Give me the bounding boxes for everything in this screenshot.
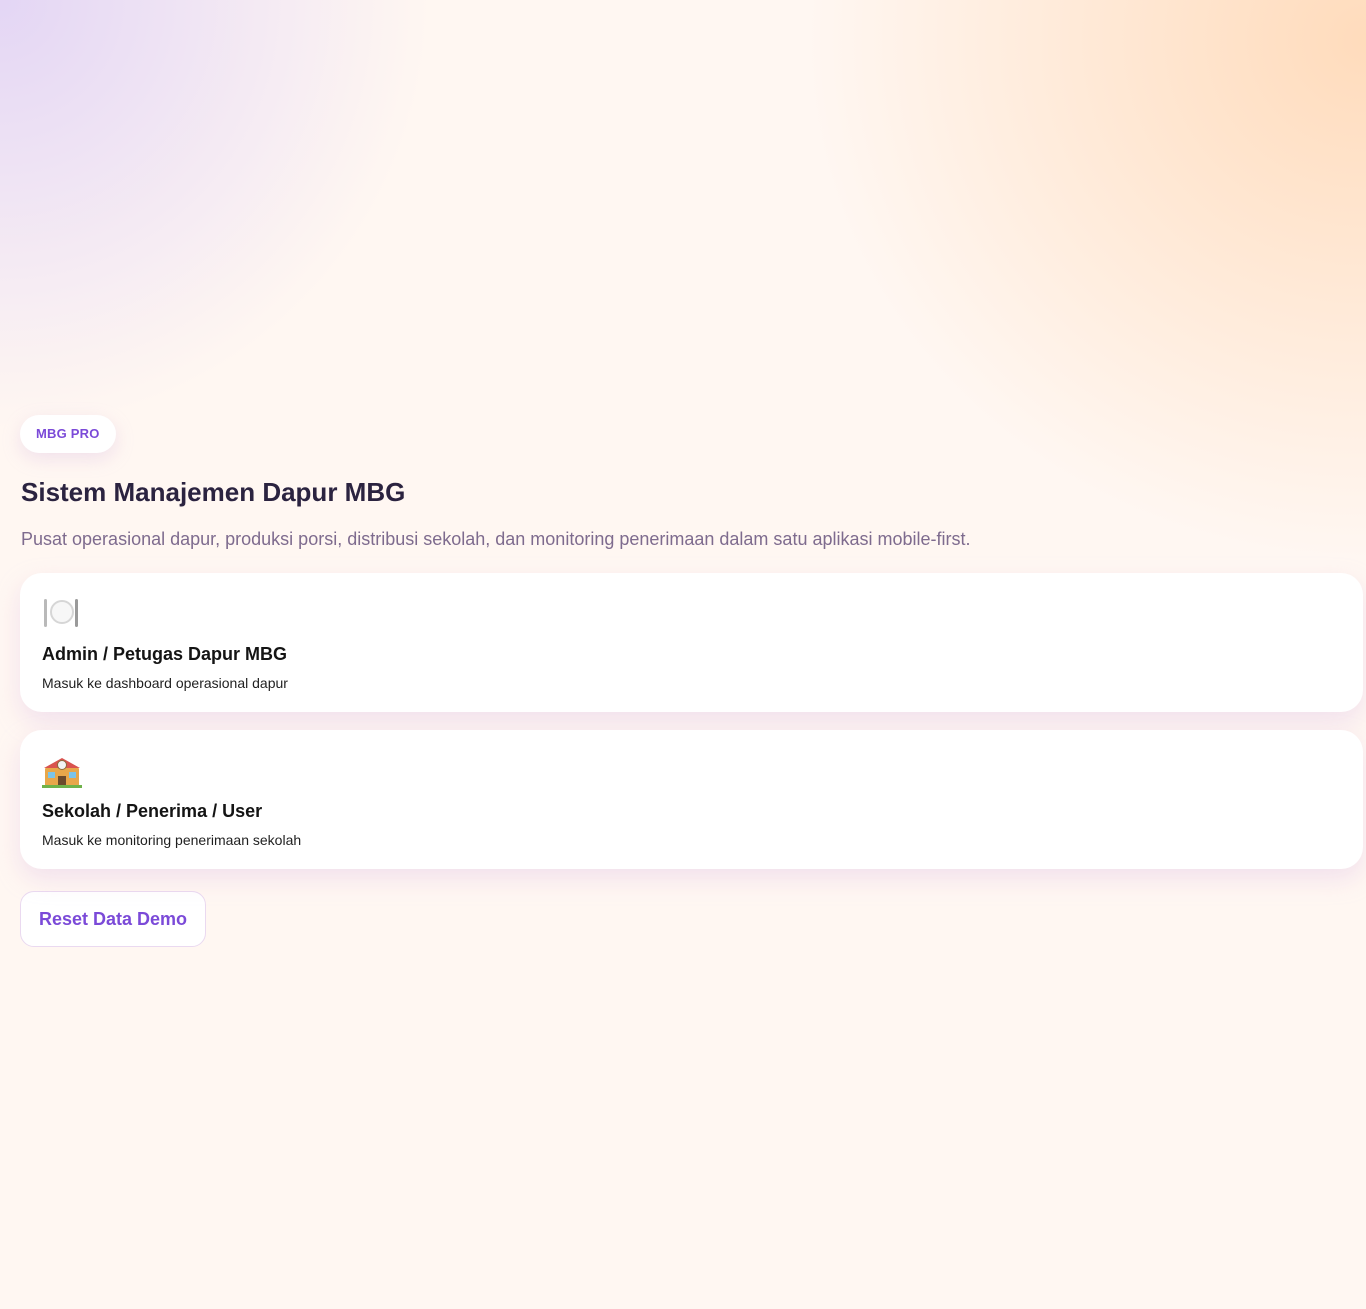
page-subtitle: Pusat operasional dapur, produksi porsi,… — [21, 529, 971, 549]
role-card-admin[interactable]: Admin / Petugas Dapur MBG Masuk ke dashb… — [20, 573, 1363, 712]
page-title: Sistem Manajemen Dapur MBG — [21, 477, 406, 507]
role-card-description: Masuk ke monitoring penerimaan sekolah — [42, 832, 302, 848]
role-card-school[interactable]: Sekolah / Penerima / User Masuk ke monit… — [20, 730, 1363, 869]
brand-badge: MBG PRO — [20, 415, 116, 453]
role-card-title: Sekolah / Penerima / User — [42, 801, 263, 821]
role-card-description: Masuk ke dashboard operasional dapur — [42, 675, 288, 691]
login-landing: MBG PRO Sistem Manajemen Dapur MBG Pusat… — [20, 415, 1363, 947]
reset-demo-data-button[interactable]: Reset Data Demo — [20, 891, 207, 947]
school-icon — [42, 754, 1341, 788]
role-card-title: Admin / Petugas Dapur MBG — [42, 644, 288, 664]
plate-cutlery-icon — [42, 597, 1341, 631]
